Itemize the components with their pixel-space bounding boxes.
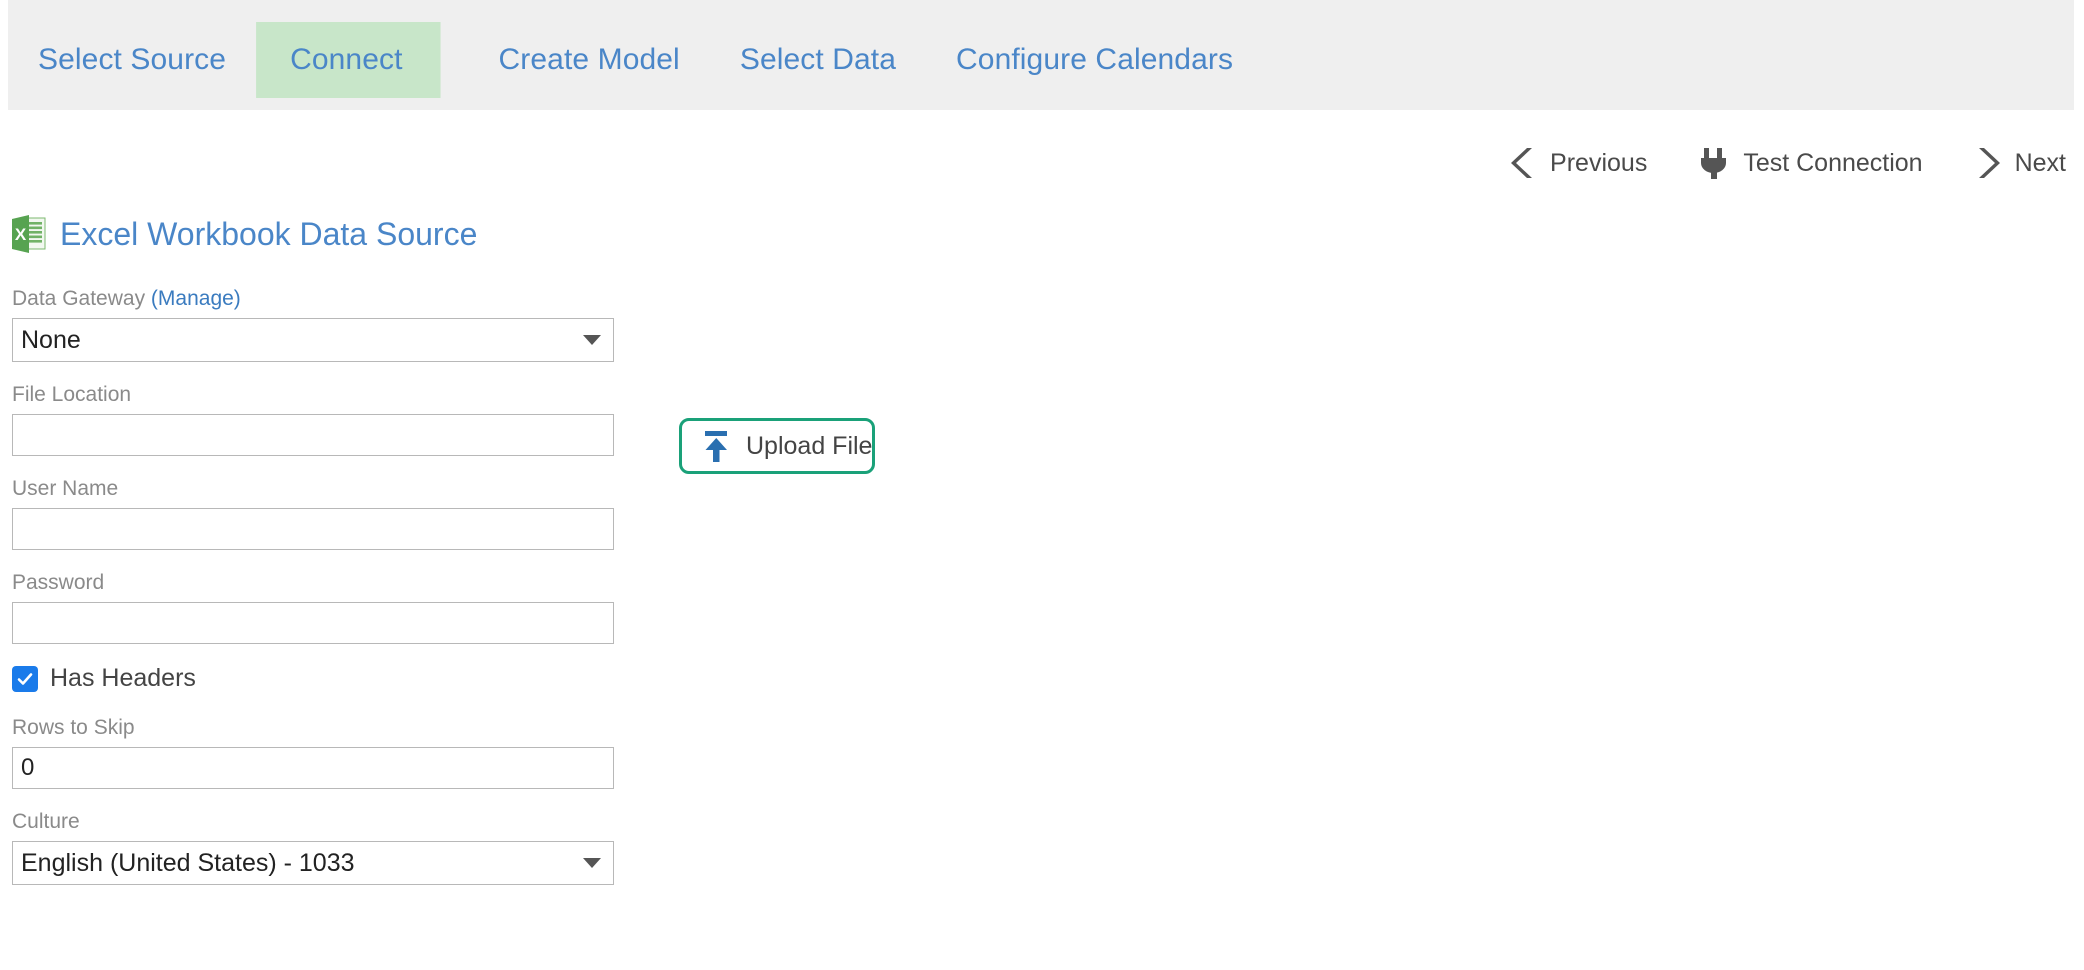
wizard-step-create-model[interactable]: Create Model — [469, 22, 710, 98]
user-name-input[interactable] — [12, 508, 614, 550]
rows-to-skip-input[interactable] — [12, 747, 614, 789]
page-title-row: X Excel Workbook Data Source — [12, 215, 477, 253]
chevron-left-icon — [1508, 146, 1538, 180]
svg-text:X: X — [15, 225, 27, 244]
upload-file-button[interactable]: Upload File — [679, 418, 875, 474]
upload-icon — [700, 429, 732, 463]
wizard-step-bar: Select Source Connect Create Model Selec… — [8, 0, 2074, 110]
culture-select[interactable]: English (United States) - 1033 — [12, 841, 614, 885]
password-label: Password — [12, 570, 614, 596]
wizard-step-label: Connect — [290, 43, 402, 77]
connection-form: Data Gateway (Manage) None File Location… — [12, 286, 614, 905]
plug-icon — [1697, 146, 1731, 180]
user-name-label: User Name — [12, 476, 614, 502]
previous-button-label: Previous — [1550, 149, 1647, 178]
page-title: Excel Workbook Data Source — [60, 216, 477, 253]
has-headers-checkbox[interactable] — [12, 666, 38, 692]
wizard-step-select-data[interactable]: Select Data — [710, 22, 926, 98]
has-headers-label: Has Headers — [50, 664, 196, 693]
chevron-right-icon — [1973, 146, 2003, 180]
wizard-step-label: Create Model — [499, 43, 680, 77]
data-gateway-label: Data Gateway (Manage) — [12, 286, 614, 312]
wizard-step-label: Select Source — [38, 43, 226, 77]
wizard-step-configure-calendars[interactable]: Configure Calendars — [926, 22, 1263, 98]
test-connection-button[interactable]: Test Connection — [1697, 146, 1922, 180]
data-gateway-select[interactable]: None — [12, 318, 614, 362]
next-button-label: Next — [2015, 149, 2066, 178]
has-headers-checkbox-row[interactable]: Has Headers — [12, 664, 614, 693]
culture-label: Culture — [12, 809, 614, 835]
upload-file-label: Upload File — [746, 432, 872, 461]
data-gateway-label-text: Data Gateway — [12, 287, 145, 310]
file-location-label: File Location — [12, 382, 614, 408]
wizard-steps: Select Source Connect Create Model Selec… — [8, 22, 1263, 98]
previous-button[interactable]: Previous — [1508, 146, 1647, 180]
chevron-down-icon — [583, 858, 601, 868]
file-location-input[interactable] — [12, 414, 614, 456]
culture-selected-value: English (United States) - 1033 — [21, 849, 355, 878]
wizard-step-label: Configure Calendars — [956, 43, 1233, 77]
next-button[interactable]: Next — [1973, 146, 2066, 180]
rows-to-skip-label: Rows to Skip — [12, 715, 614, 741]
excel-workbook-icon: X — [12, 215, 46, 253]
wizard-step-connect[interactable]: Connect — [256, 22, 440, 98]
chevron-down-icon — [583, 335, 601, 345]
data-gateway-selected-value: None — [21, 326, 81, 355]
wizard-toolbar: Previous Test Connection Next — [1458, 138, 2066, 188]
data-gateway-manage-link[interactable]: (Manage) — [151, 287, 241, 310]
password-input[interactable] — [12, 602, 614, 644]
test-connection-button-label: Test Connection — [1743, 149, 1922, 178]
wizard-step-select-source[interactable]: Select Source — [8, 22, 256, 98]
wizard-step-label: Select Data — [740, 43, 896, 77]
check-icon — [16, 670, 34, 688]
